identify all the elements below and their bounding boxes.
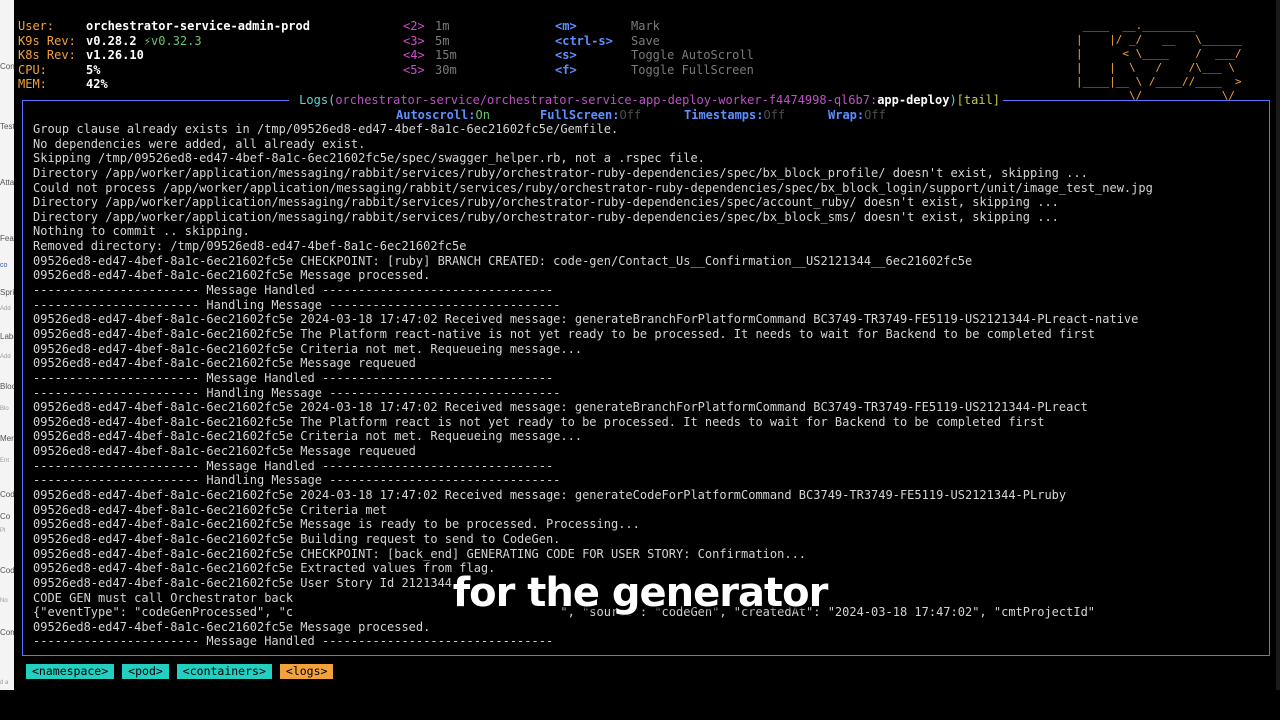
- logs-namespace: orchestrator-service: [335, 93, 480, 107]
- log-line: 09526ed8-ed47-4bef-8a1c-6ec21602fc5e Cri…: [33, 502, 388, 517]
- info-cpu: CPU:: [18, 63, 47, 77]
- logs-pod-name: orchestrator-service-app-deploy-worker-f…: [487, 93, 870, 107]
- shortcut-3[interactable]: <3>: [403, 34, 425, 48]
- shortcut-fullscreen-desc: Toggle FullScreen: [631, 63, 754, 77]
- autoscroll-status[interactable]: Autoscroll:On: [396, 108, 490, 122]
- log-line: 09526ed8-ed47-4bef-8a1c-6ec21602fc5e CHE…: [33, 546, 807, 561]
- shortcut-2[interactable]: <2>: [403, 19, 425, 33]
- breadcrumb: <namespace> <pod> <containers> <logs>: [26, 664, 341, 680]
- background-label: Atta: [0, 178, 14, 187]
- log-line: 09526ed8-ed47-4bef-8a1c-6ec21602fc5e Mes…: [33, 444, 416, 459]
- log-line: ----------------------- Handling Message…: [33, 473, 561, 488]
- shortcut-5[interactable]: <5>: [403, 63, 425, 77]
- background-label: Pl: [0, 528, 6, 534]
- background-label: Co: [0, 512, 11, 521]
- log-line: 09526ed8-ed47-4bef-8a1c-6ec21602fc5e Cri…: [33, 341, 583, 356]
- background-label: Spri: [0, 288, 14, 297]
- shortcut-5-desc: 30m: [435, 63, 457, 77]
- log-line: 09526ed8-ed47-4bef-8a1c-6ec21602fc5e 202…: [33, 400, 1088, 415]
- log-line: ----------------------- Handling Message…: [33, 385, 561, 400]
- log-line: Directory /app/worker/application/messag…: [33, 209, 1059, 224]
- log-line: Group clause already exists in /tmp/0952…: [33, 122, 619, 136]
- background-label: Com: [0, 628, 14, 637]
- background-label: Con: [0, 62, 14, 71]
- fullscreen-status[interactable]: FullScreen:Off: [540, 108, 641, 122]
- log-line: Nothing to commit .. skipping.: [33, 224, 250, 239]
- shortcut-autoscroll[interactable]: <s>: [555, 48, 577, 62]
- log-line: 09526ed8-ed47-4bef-8a1c-6ec21602fc5e 202…: [33, 312, 1139, 327]
- breadcrumb-pod[interactable]: <pod>: [122, 664, 169, 679]
- log-line: Directory /app/worker/application/messag…: [33, 165, 1088, 180]
- background-label: Code: [0, 490, 14, 499]
- background-label: Add: [0, 354, 11, 360]
- background-label: d a: [0, 680, 9, 686]
- log-line: ----------------------- Handling Message…: [33, 297, 561, 312]
- log-line: 09526ed8-ed47-4bef-8a1c-6ec21602fc5e The…: [33, 414, 1045, 429]
- timestamps-status[interactable]: Timestamps:Off: [684, 108, 785, 122]
- log-line: 09526ed8-ed47-4bef-8a1c-6ec21602fc5e The…: [33, 326, 1096, 341]
- shortcut-3-desc: 5m: [435, 34, 450, 48]
- info-user: User:: [18, 19, 55, 33]
- background-label: Labe: [0, 332, 14, 341]
- shortcut-2-desc: 1m: [435, 19, 450, 33]
- logs-title: Logs(orchestrator-service/orchestrator-s…: [23, 93, 1269, 107]
- logs-mode: [tail]: [956, 93, 1001, 107]
- shortcut-4-desc: 15m: [435, 48, 457, 62]
- shortcut-save[interactable]: <ctrl-s>: [555, 34, 613, 48]
- log-line: 09526ed8-ed47-4bef-8a1c-6ec21602fc5e Mes…: [33, 268, 431, 283]
- info-user-value: orchestrator-service-admin-prod: [86, 19, 310, 33]
- breadcrumb-containers[interactable]: <containers>: [176, 664, 272, 679]
- log-line: 09526ed8-ed47-4bef-8a1c-6ec21602fc5e Mes…: [33, 517, 640, 532]
- info-mem: MEM:: [18, 77, 47, 91]
- background-label: co: [0, 262, 8, 269]
- shortcut-mark[interactable]: <m>: [555, 19, 577, 33]
- log-line: 09526ed8-ed47-4bef-8a1c-6ec21602fc5e Cri…: [33, 429, 583, 444]
- background-label: Feat: [0, 234, 14, 243]
- background-label: Add: [0, 306, 11, 312]
- log-line: ----------------------- Message Handled …: [33, 458, 554, 473]
- log-line: 09526ed8-ed47-4bef-8a1c-6ec21602fc5e Mes…: [33, 356, 416, 371]
- log-line: ----------------------- Message Handled …: [33, 634, 554, 649]
- shortcut-autoscroll-desc: Toggle AutoScroll: [631, 48, 754, 62]
- wrap-status[interactable]: Wrap:Off: [828, 108, 886, 122]
- logs-container: app-deploy: [877, 93, 950, 107]
- info-cpu-value: 5%: [86, 63, 101, 77]
- background-label: Test: [0, 122, 14, 131]
- background-label: Blo: [0, 406, 9, 412]
- breadcrumb-namespace[interactable]: <namespace>: [26, 664, 115, 679]
- log-line: Directory /app/worker/application/messag…: [33, 195, 1059, 210]
- log-line: No dependencies were added, all already …: [33, 136, 366, 151]
- video-caption: for the generator: [452, 570, 829, 616]
- log-line: 09526ed8-ed47-4bef-8a1c-6ec21602fc5e CHE…: [33, 253, 973, 268]
- background-label: Merg: [0, 434, 14, 443]
- k9s-logo: ____ __.________ | |/ _/ __ \______ | < …: [1076, 19, 1242, 102]
- info-k8s-rev-value: v1.26.10: [86, 48, 144, 62]
- info-k9s-rev: K9s Rev:: [18, 34, 76, 48]
- log-line: ----------------------- Message Handled …: [33, 370, 554, 385]
- log-line: ----------------------- Message Handled …: [33, 283, 554, 298]
- log-line: 09526ed8-ed47-4bef-8a1c-6ec21602fc5e Bui…: [33, 531, 561, 546]
- shortcut-4[interactable]: <4>: [403, 48, 425, 62]
- log-line: Could not process /app/worker/applicatio…: [33, 180, 1153, 195]
- log-line: Skipping /tmp/09526ed8-ed47-4bef-8a1c-6e…: [33, 151, 705, 166]
- background-label: Ent: [0, 458, 10, 464]
- log-line: 09526ed8-ed47-4bef-8a1c-6ec21602fc5e Mes…: [33, 619, 431, 634]
- log-line: 09526ed8-ed47-4bef-8a1c-6ec21602fc5e 202…: [33, 488, 1067, 503]
- shortcut-save-desc: Save: [631, 34, 660, 48]
- bottom-bar: [0, 690, 1280, 720]
- info-k9s-rev-value: v0.28.2: [86, 34, 137, 48]
- breadcrumb-logs[interactable]: <logs>: [279, 664, 334, 679]
- shortcut-fullscreen[interactable]: <f>: [555, 63, 577, 77]
- log-line: Removed directory: /tmp/09526ed8-ed47-4b…: [33, 239, 467, 254]
- shortcut-mark-desc: Mark: [631, 19, 660, 33]
- info-mem-value: 42%: [86, 77, 108, 91]
- info-k9s-upgrade: ⚡v0.32.3: [143, 34, 202, 48]
- info-k8s-rev: K8s Rev:: [18, 48, 76, 62]
- background-label: Bloc: [0, 382, 14, 391]
- logs-status-bar: Autoscroll:On FullScreen:Off Timestamps:…: [23, 108, 1269, 122]
